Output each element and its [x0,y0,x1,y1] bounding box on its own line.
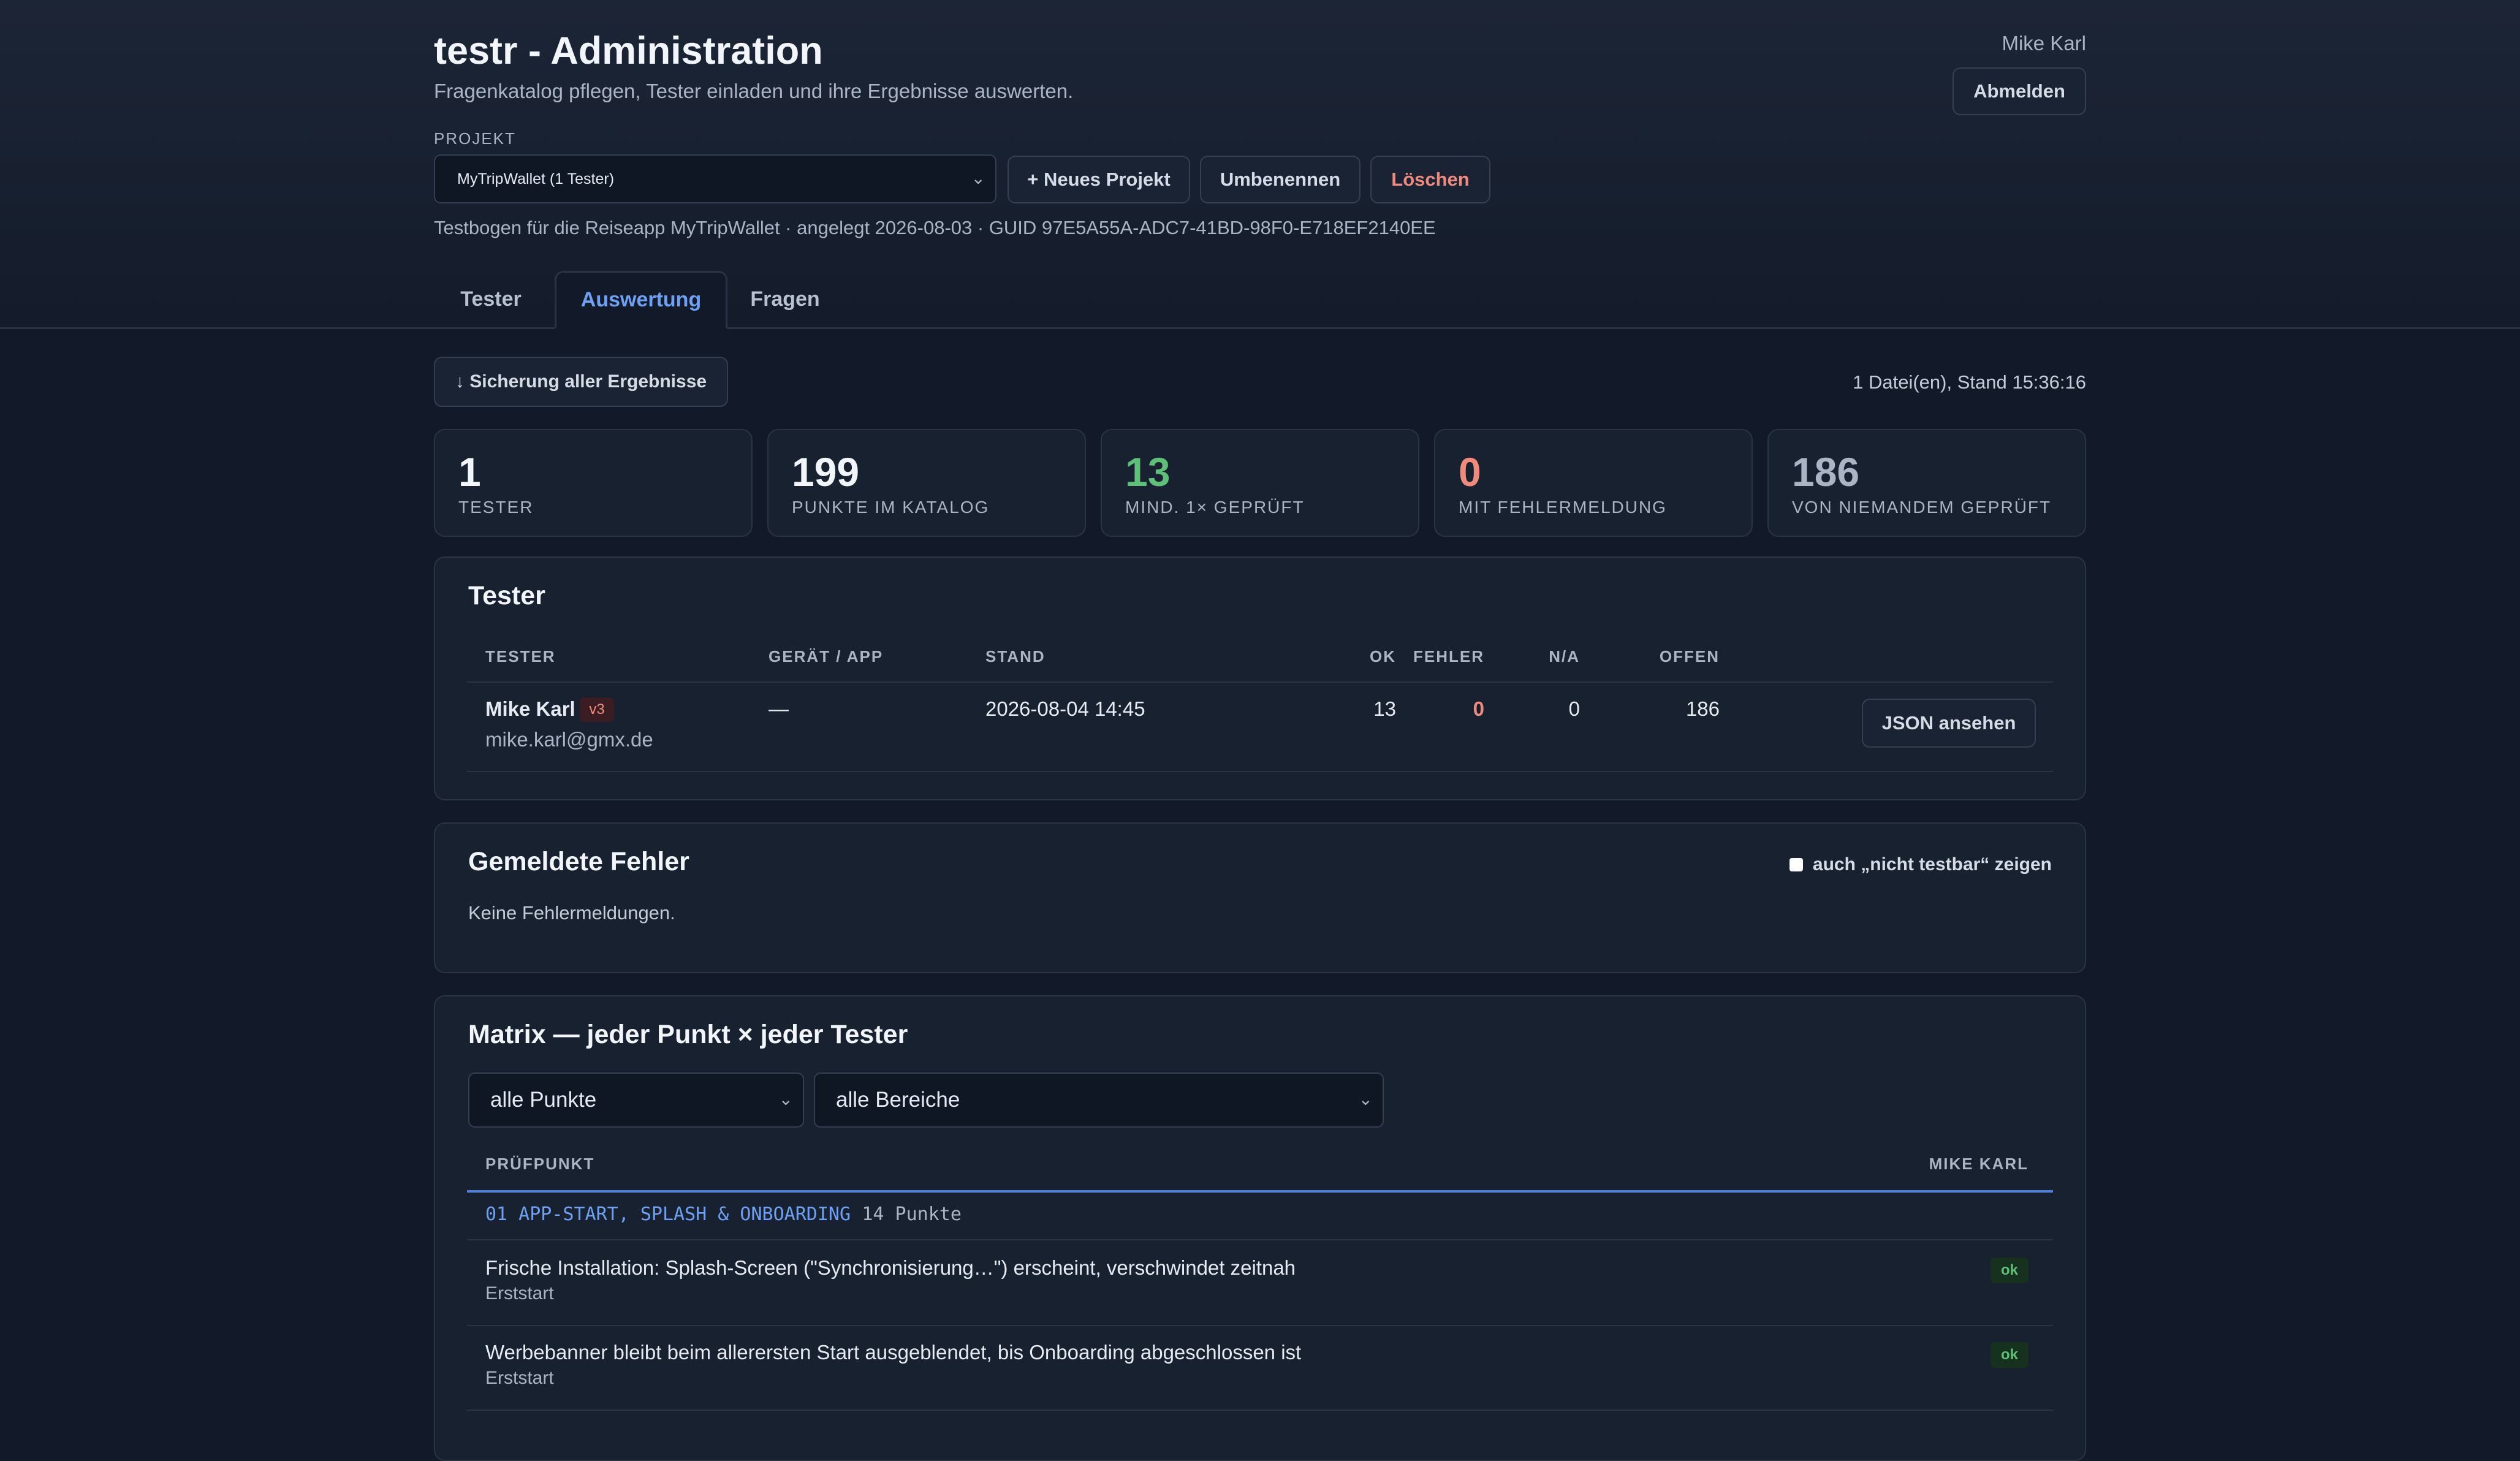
tester-ok: 13 [1373,697,1396,720]
col-pruefpunkt: PRÜFPUNKT [485,1155,595,1173]
filter-points-value: alle Punkte [490,1088,597,1112]
stat-value: 13 [1125,449,1171,495]
chevron-down-icon: ⌄ [1358,1089,1373,1109]
group-row: 01 APP-START, SPLASH & ONBOARDING 14 Pun… [485,1204,962,1225]
tester-stand: 2026-08-04 14:45 [985,697,1145,720]
stat-label: PUNKTE IM KATALOG [792,498,990,517]
tab-tester[interactable]: Tester [434,271,548,327]
tester-offen: 186 [1685,697,1720,720]
table-divider [467,681,2053,683]
backup-button[interactable]: ↓ Sicherung aller Ergebnisse [434,357,728,407]
version-badge: v3 [580,697,614,722]
file-status: 1 Datei(en), Stand 15:36:16 [1853,371,2086,393]
status-badge[interactable]: ok [1991,1342,2029,1368]
project-select-value: MyTripWallet (1 Tester) [457,170,615,188]
project-label: PROJEKT [434,129,516,148]
stat-label: VON NIEMANDEM GEPRÜFT [1792,498,2052,517]
stat-card: 199 PUNKTE IM KATALOG [767,429,1086,537]
errors-card: Gemeldete Fehler auch „nicht testbar“ ze… [434,822,2086,973]
group-name: 01 APP-START, SPLASH & ONBOARDING [485,1204,851,1225]
col-stand: STAND [985,647,1046,666]
user-name: Mike Karl [2002,32,2086,55]
point-text: Frische Installation: Splash-Screen ("Sy… [485,1256,1296,1279]
stat-label: MIT FEHLERMELDUNG [1459,498,1667,517]
json-view-button[interactable]: JSON ansehen [1862,699,2036,748]
stat-card: 13 MIND. 1× GEPRÜFT [1101,429,1419,537]
rename-project-button[interactable]: Umbenennen [1200,156,1361,203]
show-untestable-checkbox[interactable]: auch „nicht testbar“ zeigen [1789,854,2052,875]
page-title: testr - Administration [434,29,823,72]
page-subtitle: Fragenkatalog pflegen, Tester einladen u… [434,80,1074,102]
tab-auswertung[interactable]: Auswertung [555,271,727,329]
stat-value: 1 [458,449,481,495]
point-text: Werbebanner bleibt beim allerersten Star… [485,1341,1302,1364]
row-divider [467,1410,2053,1411]
tester-card: Tester TESTER GERÄT / APP STAND OK FEHLE… [434,556,2086,800]
col-ok: OK [1370,647,1396,666]
delete-project-button[interactable]: Löschen [1370,156,1490,203]
row-divider [467,1239,2053,1240]
col-offen: OFFEN [1659,647,1720,666]
chevron-down-icon: ⌄ [971,168,985,188]
project-meta: Testbogen für die Reiseapp MyTripWallet … [434,217,1436,238]
col-mike-karl: MIKE KARL [1929,1155,2029,1173]
stat-value: 199 [792,449,860,495]
matrix-card: Matrix — jeder Punkt × jeder Tester alle… [434,995,2086,1461]
checkbox-label: auch „nicht testbar“ zeigen [1812,854,2052,875]
new-project-button[interactable]: + Neues Projekt [1008,156,1190,203]
errors-section-title: Gemeldete Fehler [468,847,689,876]
tester-device: — [769,697,789,720]
tester-na: 0 [1568,697,1580,720]
tester-section-title: Tester [468,581,545,610]
errors-empty-text: Keine Fehlermeldungen. [468,902,675,924]
col-na: N/A [1549,647,1580,666]
stat-value: 0 [1459,449,1481,495]
point-sub: Erststart [485,1283,554,1304]
checkbox-box[interactable] [1789,858,1803,871]
point-sub: Erststart [485,1368,554,1388]
stat-label: MIND. 1× GEPRÜFT [1125,498,1305,517]
table-divider [467,771,2053,772]
matrix-header-divider [467,1190,2053,1193]
project-select[interactable]: MyTripWallet (1 Tester) ⌄ [434,154,996,203]
tester-name: Mike Karl [485,697,575,720]
col-fehler: FEHLER [1413,647,1484,666]
stat-card: 1 TESTER [434,429,753,537]
tester-email: mike.karl@gmx.de [485,728,653,751]
col-tester: TESTER [485,647,556,666]
stat-value: 186 [1792,449,1860,495]
tab-fragen[interactable]: Fragen [733,271,837,327]
tester-fehler: 0 [1473,697,1484,720]
row-divider [467,1325,2053,1326]
group-count: 14 Punkte [862,1204,962,1225]
filter-areas-value: alle Bereiche [836,1088,960,1112]
matrix-section-title: Matrix — jeder Punkt × jeder Tester [468,1020,908,1049]
filter-points-select[interactable]: alle Punkte ⌄ [468,1072,804,1128]
chevron-down-icon: ⌄ [778,1089,793,1109]
filter-areas-select[interactable]: alle Bereiche ⌄ [814,1072,1384,1128]
logout-button[interactable]: Abmelden [1953,67,2086,115]
col-device: GERÄT / APP [769,647,884,666]
stat-card: 0 MIT FEHLERMELDUNG [1434,429,1753,537]
stat-card: 186 VON NIEMANDEM GEPRÜFT [1767,429,2086,537]
stat-label: TESTER [458,498,534,517]
status-badge[interactable]: ok [1991,1258,2029,1283]
